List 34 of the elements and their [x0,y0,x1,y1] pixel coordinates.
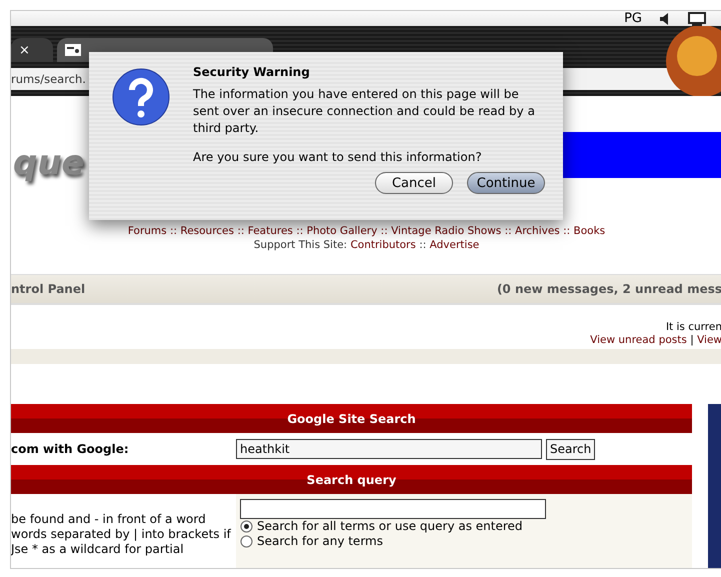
dialog-message: The information you have entered on this page will be sent over an insecure connection and could be read by a third party. [193,86,536,137]
site-logo: que [12,143,86,185]
option-label: Search for any terms [257,534,383,549]
menu-item[interactable]: PG [624,11,642,26]
option-label: Search for all terms or use query as entered [257,519,523,534]
dialog-title: Security Warning [193,64,311,81]
separator: :: [419,239,426,251]
search-field[interactable]: heathkit [236,439,542,459]
radio-button[interactable] [240,520,253,533]
continue-button[interactable]: Continue [467,172,545,194]
section-header: Search query [11,465,692,494]
cancel-button[interactable]: Cancel [375,172,453,194]
question-icon [112,68,170,126]
help-text: be found and - in front of a word [11,512,206,526]
message-count: (0 new messages, 2 unread mess [496,282,721,296]
panel-title: ntrol Panel [11,282,86,296]
dialog-question: Are you sure you want to send this information? [193,149,483,166]
field-label: com with Google: [11,442,129,456]
nav-link[interactable]: Advertise [430,239,480,251]
speaker-icon[interactable] [660,12,670,24]
search-button[interactable]: Search [546,438,596,460]
view-link[interactable]: View unread posts [590,334,687,346]
time-text: It is curren [666,321,721,334]
browser-tab[interactable]: × [11,38,53,62]
radio-button[interactable] [240,535,253,548]
display-icon[interactable] [688,12,706,26]
nav-links[interactable]: Forums :: Resources :: Features :: Photo Gallery :: Vintage Radio Shows :: Archives :: Books [128,225,606,237]
help-text: words separated by | into brackets if [11,527,231,541]
separator: | [690,334,694,346]
section-header: Google Site Search [11,404,692,433]
support-label: Support This Site: [254,239,348,251]
query-field[interactable] [240,499,546,519]
radio-icon [65,43,81,58]
nav-link[interactable]: Contributors [350,239,416,251]
